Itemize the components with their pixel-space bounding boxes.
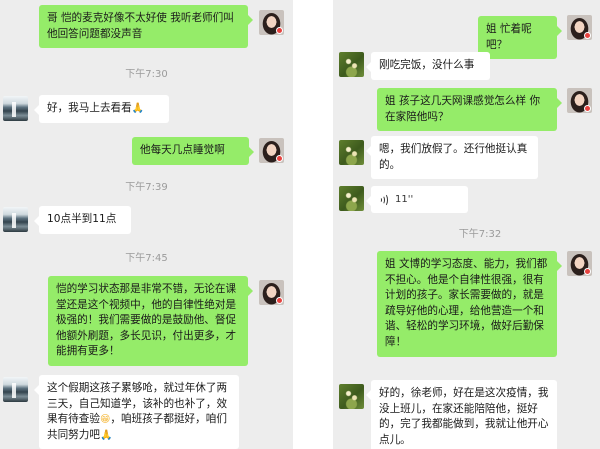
red-dot-badge <box>584 32 591 39</box>
message-bubble[interactable]: 刚吃完饭，没什么事 <box>366 52 490 80</box>
message-text: 好，我马上去看看 <box>47 102 132 114</box>
message-text: 刚吃完饭，没什么事 <box>379 59 475 71</box>
timestamp: 下午7:30 <box>125 69 168 80</box>
message-bubble[interactable]: 嗯，我们放假了。还行他挺认真的。 <box>366 136 538 180</box>
teacher-avatar[interactable] <box>259 280 284 305</box>
message-text: 哥 恺的麦克好像不太好使 我听老师们叫他回答问题都没声音 <box>47 12 234 40</box>
teacher-avatar[interactable] <box>567 88 592 113</box>
teacher-avatar[interactable] <box>259 10 284 35</box>
message-bubble[interactable]: 哥 恺的麦克好像不太好使 我听老师们叫他回答问题都没声音 <box>39 5 253 49</box>
timestamp: 下午7:39 <box>125 182 168 193</box>
timestamp: 下午7:45 <box>125 253 168 264</box>
grinning-face-emoji-icon: 😁 <box>99 414 111 426</box>
parent-avatar[interactable] <box>3 96 28 121</box>
parent-avatar[interactable] <box>3 377 28 402</box>
timestamp: 下午7:32 <box>458 229 502 240</box>
folded-hands-emoji-icon: 🙏 <box>99 429 113 441</box>
message-bubble[interactable]: 恺的学习状态那是非常不错，无论在课堂还是这个视频中，他的自律性绝对是极强的！我们… <box>48 276 253 366</box>
chat-panel-right: 姐 忙着呢吧？ 刚吃完饭，没什么事 姐 孩子这几天网课感觉怎么样 你在家陪他吗？… <box>333 0 600 449</box>
message-text: 好的，徐老师，好在是这次疫情，我没上班儿，在家还能陪陪他，挺好的，完了我都能做到… <box>379 387 549 446</box>
voice-wave-icon <box>379 193 389 207</box>
message-bubble[interactable]: 姐 忙着呢吧？ <box>478 16 562 60</box>
message-text: 姐 忙着呢吧？ <box>486 23 532 51</box>
teacher-avatar[interactable] <box>259 138 284 163</box>
message-bubble[interactable]: 姐 孩子这几天网课感觉怎么样 你在家陪他吗？ <box>377 88 562 132</box>
chat-panel-left: 哥 恺的麦克好像不太好使 我听老师们叫他回答问题都没声音 下午7:30 好，我马… <box>0 0 293 449</box>
teacher-avatar[interactable] <box>567 251 592 276</box>
parent-avatar[interactable] <box>339 140 364 165</box>
folded-hands-emoji-icon: 🙏 <box>131 103 145 114</box>
red-dot-badge <box>584 268 591 275</box>
message-bubble[interactable]: 姐 文博的学习态度、能力，我们都不担心。他是个自律性很强，很有计划的孩子。家长需… <box>377 251 562 357</box>
message-bubble[interactable]: 这个假期这孩子累够呛，就过年休了两三天，自己知道学，该补的也补了，效果有待查验😁… <box>34 375 239 449</box>
red-dot-badge <box>276 297 283 304</box>
voice-message-bubble[interactable]: 11'' <box>366 186 468 213</box>
voice-duration: 11'' <box>395 194 414 205</box>
message-text: 姐 文博的学习态度、能力，我们都不担心。他是个自律性很强，很有计划的孩子。家长需… <box>385 258 548 348</box>
red-dot-badge <box>276 27 283 34</box>
message-bubble[interactable]: 好，我马上去看看🙏 <box>34 95 169 123</box>
red-dot-badge <box>276 155 283 162</box>
parent-avatar[interactable] <box>339 52 364 77</box>
message-bubble[interactable]: 他每天几点睡觉啊 <box>132 137 254 165</box>
message-text: 姐 孩子这几天网课感觉怎么样 你在家陪他吗？ <box>385 95 541 123</box>
red-dot-badge <box>584 105 591 112</box>
parent-avatar[interactable] <box>339 384 364 409</box>
message-bubble[interactable]: 10点半到11点 <box>34 206 131 234</box>
message-text: 嗯，我们放假了。还行他挺认真的。 <box>379 143 528 171</box>
message-text: 他每天几点睡觉啊 <box>140 144 225 156</box>
message-bubble[interactable]: 好的，徐老师，好在是这次疫情，我没上班儿，在家还能陪陪他，挺好的，完了我都能做到… <box>366 380 557 449</box>
teacher-avatar[interactable] <box>567 15 592 40</box>
parent-avatar[interactable] <box>3 207 28 232</box>
parent-avatar[interactable] <box>339 186 364 211</box>
message-text: 恺的学习状态那是非常不错，无论在课堂还是这个视频中，他的自律性绝对是极强的！我们… <box>56 283 237 358</box>
message-text: 10点半到11点 <box>47 213 117 225</box>
